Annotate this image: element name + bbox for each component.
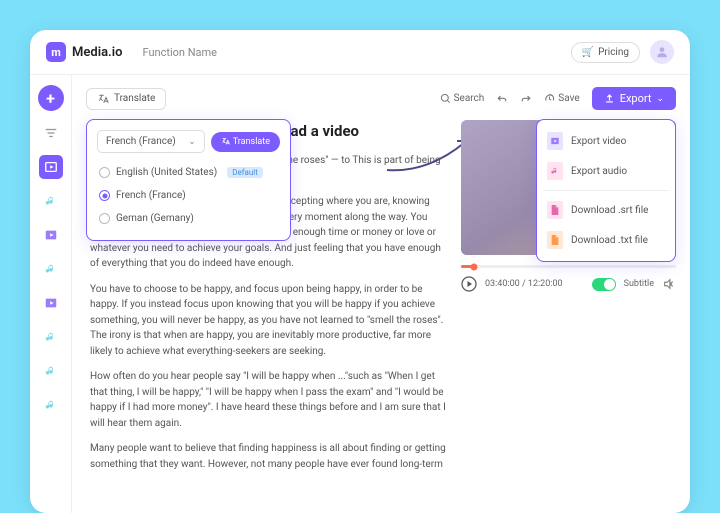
toolbar: Translate Search Save Export [86,87,676,110]
video-file-icon [44,296,58,310]
sidebar-item-6[interactable] [39,325,63,349]
video-timeline[interactable] [461,265,676,268]
sidebar-item-1[interactable] [39,121,63,145]
translate-button[interactable]: Translate [86,88,166,110]
player-controls: 03:40:00 / 12:20:00 Subtitle [461,276,676,292]
paragraph: Many people want to believe that finding… [90,441,447,472]
search-button[interactable]: Search [440,93,485,104]
subtitle-toggle[interactable] [592,278,616,291]
upload-icon [604,93,615,104]
video-file-icon [547,132,563,150]
app-window: m Media.io Function Name 🛒 Pricing + [30,30,690,513]
save-button[interactable]: Save [544,93,579,104]
undo-icon[interactable] [496,93,508,105]
video-icon [44,160,58,174]
translate-go-button[interactable]: Translate [211,132,280,152]
sidebar-rail: + [30,75,72,513]
translate-icon [221,137,230,146]
export-menu: Export video Export audio Download .srt … [536,119,676,262]
sidebar-item-5[interactable] [39,291,63,315]
translate-label: Translate [114,93,155,104]
pricing-button[interactable]: 🛒 Pricing [571,42,640,63]
music-note-icon [44,262,58,276]
export-audio-item[interactable]: Export audio [543,156,669,186]
volume-icon[interactable] [662,277,676,291]
chevron-down-icon: ⌄ [188,137,196,147]
music-note-icon [44,398,58,412]
paragraph: You have to choose to be happy, and focu… [90,282,447,360]
brand-logo[interactable]: m Media.io [46,42,122,62]
music-note-icon [44,330,58,344]
language-select[interactable]: French (France) ⌄ [97,130,205,153]
add-button[interactable]: + [38,85,64,111]
music-note-icon [44,364,58,378]
lang-option-english[interactable]: English (United States) Default [97,161,280,184]
sidebar-item-8[interactable] [39,393,63,417]
app-body: + [30,75,690,513]
lang-option-german[interactable]: Geman (Gemany) [97,207,280,230]
export-button[interactable]: Export ⌄ [592,87,676,110]
search-icon [440,93,451,104]
txt-file-icon [547,231,563,249]
cart-icon: 🛒 [582,47,594,58]
paragraph: How often do you hear people say "I will… [90,369,447,431]
function-name: Function Name [142,46,217,59]
default-badge: Default [227,167,263,178]
save-icon [544,93,555,104]
translate-icon [97,93,109,105]
play-button[interactable] [461,276,477,292]
sidebar-item-7[interactable] [39,359,63,383]
user-icon [655,45,669,59]
download-txt-item[interactable]: Download .txt file [543,225,669,255]
export-video-item[interactable]: Export video [543,126,669,156]
logo-icon: m [46,42,66,62]
translate-panel: French (France) ⌄ Translate English (Uni… [86,119,291,241]
audio-file-icon [547,162,563,180]
radio-icon [99,167,110,178]
music-note-icon [44,194,58,208]
sidebar-item-3[interactable] [39,223,63,247]
srt-file-icon [547,201,563,219]
topbar: m Media.io Function Name 🛒 Pricing [30,30,690,75]
arrow-annotation [382,135,472,175]
main-area: Translate Search Save Export [72,75,690,513]
redo-icon[interactable] [520,93,532,105]
sidebar-item-video[interactable] [39,155,63,179]
sidebar-item-4[interactable] [39,257,63,281]
radio-icon [99,213,110,224]
chevron-down-icon: ⌄ [656,94,664,104]
menu-icon [44,126,58,140]
video-file-icon [44,228,58,242]
brand-name: Media.io [72,45,122,60]
subtitle-label: Subtitle [624,279,654,289]
avatar[interactable] [650,40,674,64]
lang-option-french[interactable]: French (France) [97,184,280,207]
radio-icon [99,190,110,201]
timeline-playhead[interactable] [470,263,477,270]
sidebar-item-audio[interactable] [39,189,63,213]
pricing-label: Pricing [598,47,629,58]
download-srt-item[interactable]: Download .srt file [543,195,669,225]
time-display: 03:40:00 / 12:20:00 [485,279,563,289]
